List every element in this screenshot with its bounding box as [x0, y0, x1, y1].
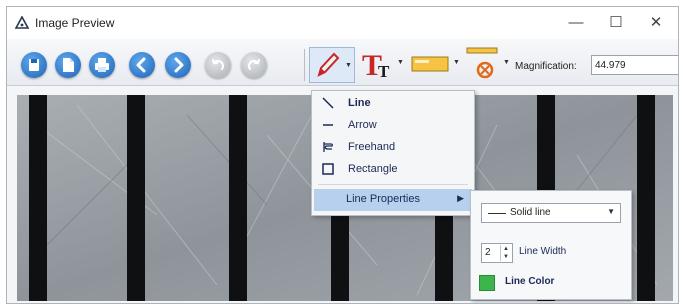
- magnification-input[interactable]: [591, 55, 678, 75]
- toolbar: ▼ T T ▼ ▼ ▼ Magnification:: [7, 39, 678, 86]
- menu-item-label: Line: [348, 97, 371, 109]
- line-style-select[interactable]: Solid line ▼: [481, 203, 621, 223]
- arrow-icon: [323, 124, 333, 126]
- save-icon: [29, 59, 39, 71]
- draw-tool-button[interactable]: ▼: [309, 47, 355, 83]
- print-icon: [95, 58, 109, 72]
- maximize-button[interactable]: ☐: [597, 11, 635, 35]
- undo-button[interactable]: [205, 52, 231, 78]
- line-width-stepper[interactable]: 2 ▲ ▼: [481, 243, 513, 263]
- solid-line-icon: [488, 213, 506, 214]
- line-width-value: 2: [485, 247, 491, 258]
- line-properties-panel: Solid line ▼ 2 ▲ ▼ Line Width Line Color: [470, 190, 632, 300]
- redo-button[interactable]: [241, 52, 267, 78]
- color-fill-dropdown-icon[interactable]: ▼: [453, 59, 460, 66]
- menu-item-label: Rectangle: [348, 163, 398, 175]
- menu-item-arrow[interactable]: Arrow: [312, 115, 474, 137]
- freehand-icon: [323, 142, 333, 152]
- save-button[interactable]: [21, 52, 47, 78]
- open-icon: [63, 58, 74, 72]
- text-tool-icon[interactable]: T T: [359, 47, 393, 81]
- close-button[interactable]: ✕: [637, 11, 675, 35]
- toolbar-separator: [304, 49, 305, 81]
- draw-tool-dropdown-icon: ▼: [345, 62, 352, 69]
- menu-item-rectangle[interactable]: Rectangle: [312, 159, 474, 181]
- back-button[interactable]: [129, 52, 155, 78]
- line-style-value: Solid line: [510, 207, 551, 218]
- redo-icon: [248, 59, 260, 70]
- app-icon: [15, 16, 29, 29]
- menu-item-label: Freehand: [348, 141, 396, 153]
- submenu-arrow-icon: ▶: [457, 193, 464, 203]
- open-button[interactable]: [55, 52, 81, 78]
- menu-item-label: Line Properties: [346, 193, 420, 205]
- image-preview-window: Image Preview — ☐ ✕ ▼ T T ▼ ▼ ▼ Magnific…: [6, 6, 679, 304]
- line-color-swatch[interactable]: [479, 275, 495, 291]
- rectangle-icon: [322, 163, 334, 175]
- draw-tool-menu: Line Arrow Freehand Rectangle Line Prope…: [311, 90, 475, 216]
- menu-item-line[interactable]: Line: [312, 93, 474, 115]
- chevron-down-icon: ▼: [607, 207, 615, 216]
- magnification-label: Magnification:: [515, 61, 577, 72]
- window-title: Image Preview: [35, 16, 115, 30]
- forward-button[interactable]: [165, 52, 191, 78]
- pencil-icon: [317, 52, 340, 77]
- menu-item-label: Arrow: [348, 119, 377, 131]
- color-fill-icon[interactable]: [411, 53, 451, 75]
- menu-item-line-properties[interactable]: Line Properties ▶: [314, 189, 472, 211]
- image-stripe: [127, 95, 145, 301]
- line-icon: [322, 97, 334, 109]
- title-bar: Image Preview — ☐ ✕: [7, 7, 678, 39]
- measure-tool-icon[interactable]: [465, 45, 501, 81]
- line-width-label: Line Width: [519, 246, 567, 257]
- line-color-label: Line Color: [505, 276, 555, 287]
- measure-tool-dropdown-icon[interactable]: ▼: [503, 59, 510, 66]
- forward-icon: [174, 57, 184, 73]
- svg-text:T: T: [378, 62, 390, 81]
- menu-item-freehand[interactable]: Freehand: [312, 137, 474, 159]
- image-stripe: [29, 95, 47, 301]
- image-stripe: [229, 95, 247, 301]
- image-stripe: [637, 95, 655, 301]
- text-tool-dropdown-icon[interactable]: ▼: [397, 59, 404, 66]
- back-icon: [136, 57, 146, 73]
- undo-icon: [212, 59, 224, 70]
- menu-separator: [318, 184, 468, 185]
- stepper-arrows-icon[interactable]: ▲ ▼: [500, 245, 511, 261]
- print-button[interactable]: [89, 52, 115, 78]
- minimize-button[interactable]: —: [557, 11, 595, 35]
